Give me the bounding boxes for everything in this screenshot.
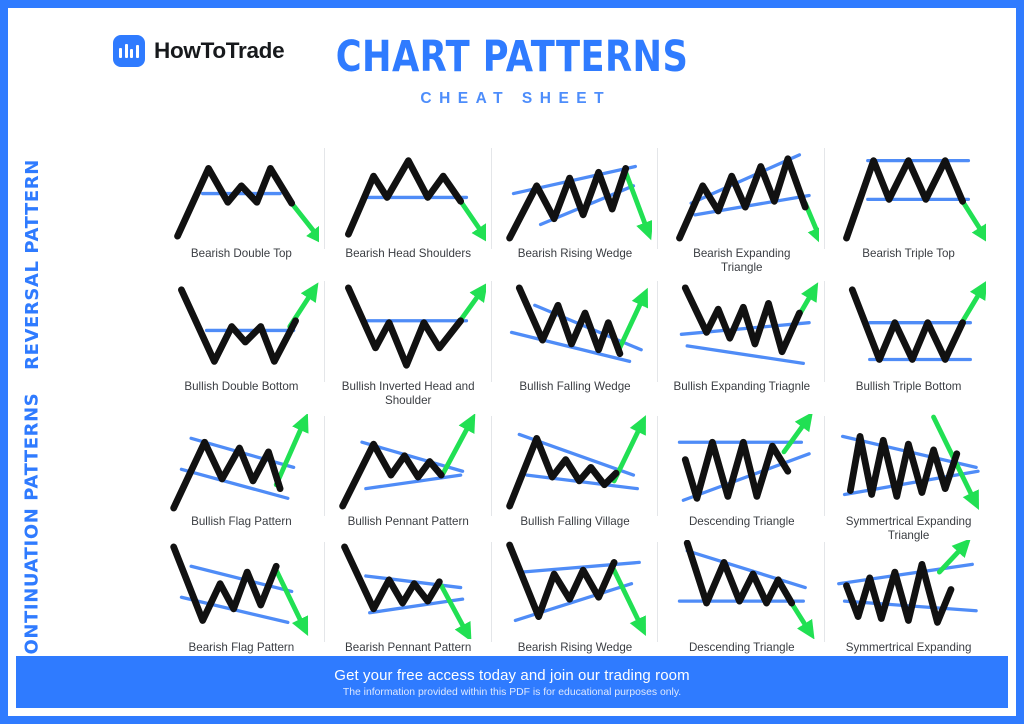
pattern-card-bullish-falling-wedge[interactable]: Bullish Falling Wedge — [492, 275, 659, 408]
pattern-label: Bullish Flag Pattern — [191, 515, 292, 528]
bearish-expanding-triangle-figure — [664, 146, 820, 245]
pattern-label: Bearish Rising Wedge — [517, 247, 633, 260]
section-rail-reversal: REVERSAL PATTERN — [8, 130, 56, 398]
bullish-double-bottom-figure — [164, 279, 319, 378]
pattern-card-bearish-rising-wedge[interactable]: Bearish Rising Wedge — [492, 142, 659, 275]
bearish-flag-figure — [164, 540, 319, 639]
pattern-card-bullish-double-bottom[interactable]: Bullish Double Bottom — [158, 275, 325, 408]
bullish-falling-wedge-figure — [498, 279, 653, 378]
pattern-row: Bullish Double Bottom Bullish Inverted He… — [158, 275, 992, 408]
pattern-label: Bullish Pennant Pattern — [347, 515, 469, 528]
title-block: CHART PATTERNS CHEAT SHEET — [8, 34, 1016, 108]
descending-triangle-up-figure — [664, 414, 819, 513]
pattern-card-bullish-pennant[interactable]: Bullish Pennant Pattern — [325, 410, 492, 542]
pattern-card-bearish-double-top[interactable]: Bearish Double Top — [158, 142, 325, 275]
poster-page: HowToTrade CHART PATTERNS CHEAT SHEET RE… — [0, 0, 1024, 724]
pattern-label: Bullish Double Bottom — [184, 380, 299, 393]
section-rail-continuation: CONTINUATION PATTERNS — [8, 392, 56, 668]
bullish-inverted-head-shoulder-figure — [331, 279, 486, 378]
bullish-expanding-triangle-figure — [664, 279, 819, 378]
pattern-card-bearish-triple-top[interactable]: Bearish Triple Top — [825, 142, 992, 275]
footer-cta[interactable]: Get your free access today and join our … — [16, 656, 1008, 708]
pattern-label: Bullish Falling Wedge — [519, 380, 631, 393]
poster-sheet: HowToTrade CHART PATTERNS CHEAT SHEET RE… — [8, 8, 1016, 716]
bullish-falling-village-figure — [498, 414, 653, 513]
section-rail-label: REVERSAL PATTERN — [21, 158, 43, 370]
pattern-label: Bullish Inverted Head and Shoulder — [341, 380, 475, 407]
bearish-head-shoulders-figure — [331, 146, 486, 245]
pattern-card-bearish-flag[interactable]: Bearish Flag Pattern — [158, 536, 325, 668]
header: HowToTrade CHART PATTERNS CHEAT SHEET — [8, 8, 1016, 126]
pattern-label: Descending Triangle — [688, 515, 795, 528]
pattern-row: Bearish Flag Pattern Bearish Pennant Patt… — [158, 536, 992, 668]
pattern-label: Bearish Head Shoulders — [345, 247, 472, 260]
bearish-double-top-figure — [164, 146, 319, 245]
pattern-card-bullish-flag[interactable]: Bullish Flag Pattern — [158, 410, 325, 542]
bearish-triple-top-figure — [831, 146, 986, 245]
bullish-pennant-figure — [331, 414, 486, 513]
pattern-label: Bearish Pennant Pattern — [345, 641, 472, 654]
section-continuation-patterns: Bullish Flag Pattern Bullish Pennant Patt… — [158, 410, 992, 668]
pattern-card-symmetrical-expanding-triangle-down[interactable]: Symmertrical Expanding Triangle — [825, 410, 992, 542]
bullish-triple-bottom-figure — [831, 279, 986, 378]
pattern-card-bearish-head-shoulders[interactable]: Bearish Head Shoulders — [325, 142, 492, 275]
pattern-label: Bearish Double Top — [190, 247, 292, 260]
bearish-rising-wedge-2-figure — [498, 540, 653, 639]
pattern-card-bearish-expanding-triangle[interactable]: Bearish Expanding Triangle — [658, 142, 825, 275]
section-reversal-patterns: Bearish Double Top Bearish Head Shoulders… — [158, 142, 992, 408]
bullish-flag-figure — [164, 414, 319, 513]
footer-disclaimer: The information provided within this PDF… — [342, 686, 682, 698]
pattern-label: Bearish Triple Top — [862, 247, 955, 260]
pattern-row: Bullish Flag Pattern Bullish Pennant Patt… — [158, 410, 992, 542]
section-rail-label: CONTINUATION PATTERNS — [21, 392, 43, 668]
descending-triangle-down-figure — [664, 540, 819, 639]
pattern-label: Bearish Expanding Triangle — [693, 247, 791, 274]
pattern-label: Bullish Expanding Triagnle — [673, 380, 811, 393]
pattern-card-bearish-pennant[interactable]: Bearish Pennant Pattern — [325, 536, 492, 668]
pattern-label: Descending Triangle — [688, 641, 795, 654]
page-subtitle: CHEAT SHEET — [420, 90, 612, 107]
pattern-card-symmetrical-expanding-triangle-up[interactable]: Symmertrical Expanding Triangle — [825, 536, 992, 668]
symmetrical-expanding-triangle-down-figure — [831, 414, 986, 513]
pattern-card-descending-triangle-up[interactable]: Descending Triangle — [658, 410, 825, 542]
symmetrical-expanding-triangle-up-figure — [831, 540, 986, 639]
pattern-card-bullish-expanding-triangle[interactable]: Bullish Expanding Triagnle — [658, 275, 825, 408]
pattern-label: Bearish Flag Pattern — [188, 641, 295, 654]
page-title: CHART PATTERNS — [335, 32, 689, 82]
pattern-label: Bearish Rising Wedge — [517, 641, 633, 654]
pattern-row: Bearish Double Top Bearish Head Shoulders… — [158, 142, 992, 275]
pattern-card-descending-triangle-down[interactable]: Descending Triangle — [658, 536, 825, 668]
pattern-label: Bullish Falling Village — [520, 515, 630, 528]
pattern-label: Bullish Triple Bottom — [855, 380, 962, 393]
footer-headline: Get your free access today and join our … — [334, 666, 690, 684]
bearish-pennant-figure — [331, 540, 486, 639]
pattern-card-bullish-inverted-head-shoulder[interactable]: Bullish Inverted Head and Shoulder — [325, 275, 492, 408]
bearish-rising-wedge-figure — [498, 146, 653, 245]
pattern-card-bullish-falling-village[interactable]: Bullish Falling Village — [492, 410, 659, 542]
pattern-card-bullish-triple-bottom[interactable]: Bullish Triple Bottom — [825, 275, 992, 408]
pattern-card-bearish-rising-wedge-2[interactable]: Bearish Rising Wedge — [492, 536, 659, 668]
